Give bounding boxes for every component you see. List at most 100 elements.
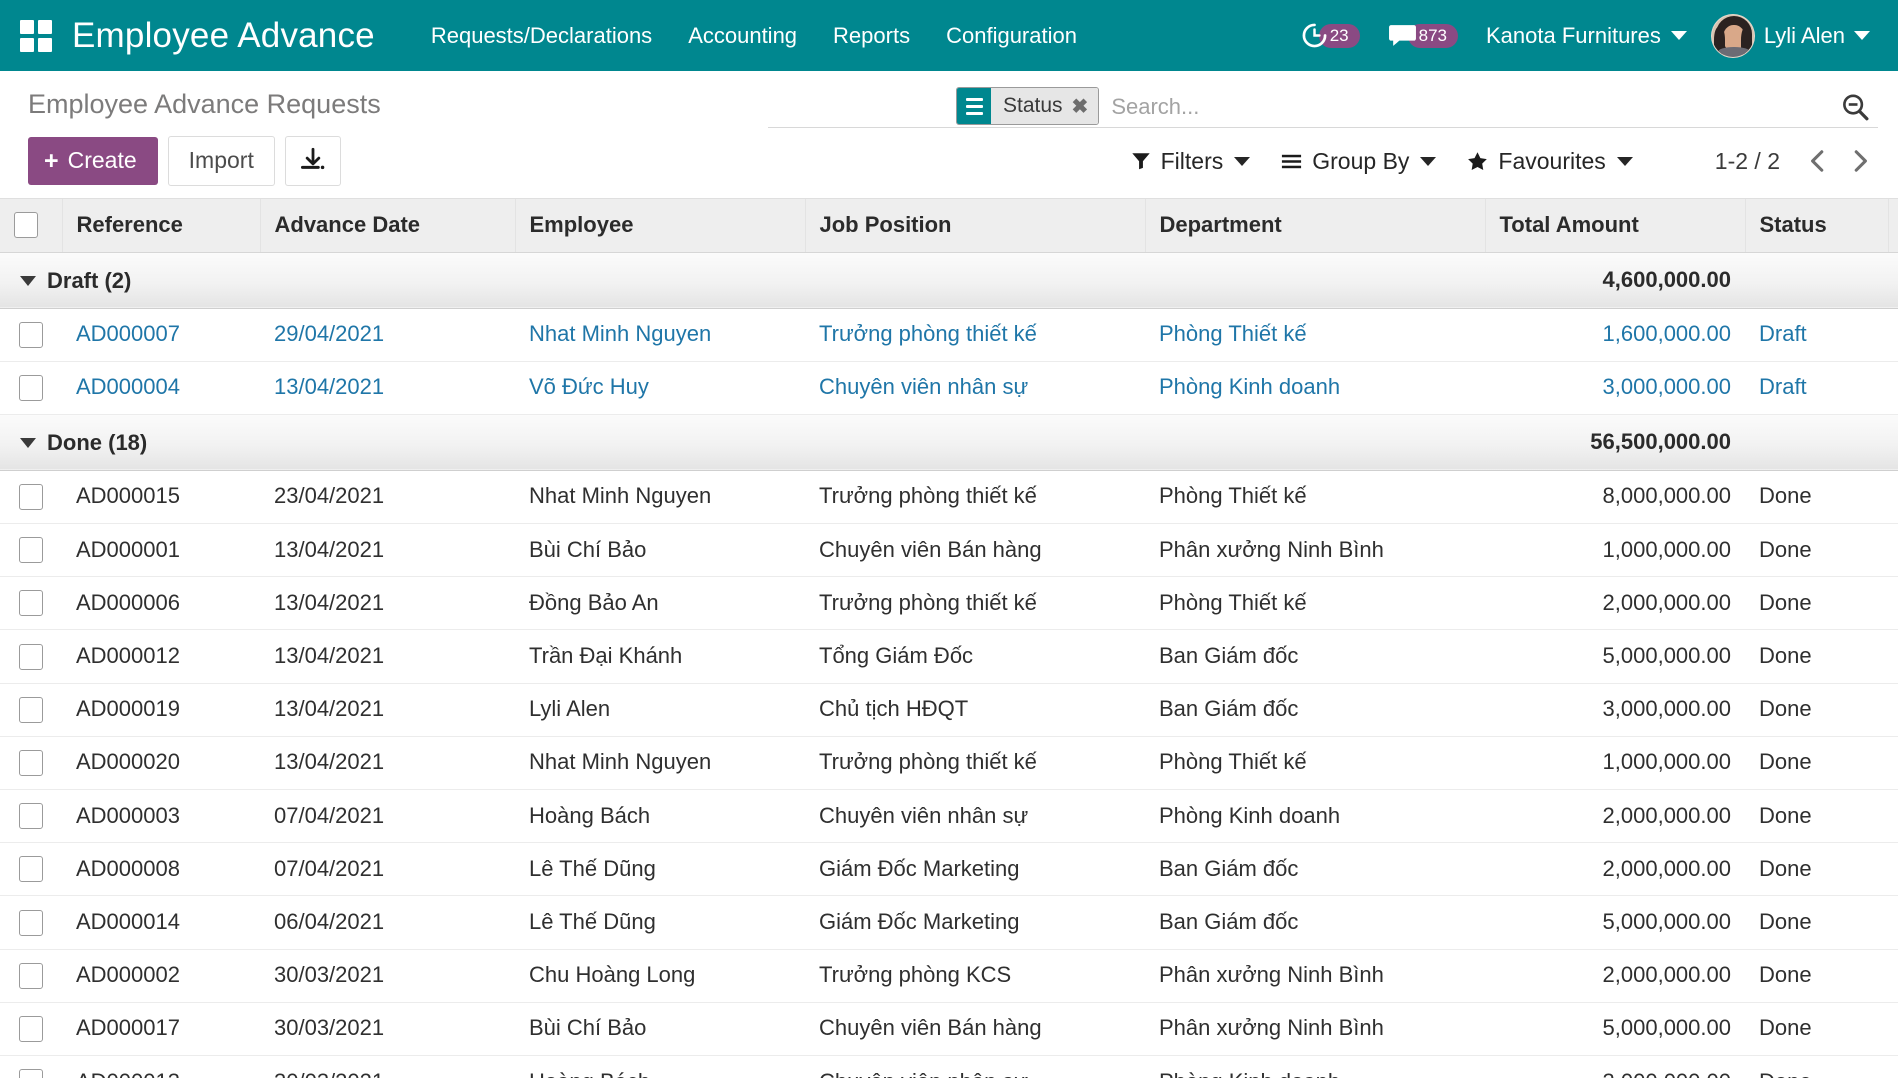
- row-select-cell[interactable]: [0, 789, 62, 844]
- cell-total-amount: 3,000,000.00: [1485, 1055, 1745, 1078]
- search-facet-status[interactable]: Status ✖: [956, 87, 1100, 125]
- cell-department: Phòng Thiết kế: [1145, 470, 1485, 525]
- row-checkbox[interactable]: [19, 1069, 43, 1078]
- table-row[interactable]: AD000015 23/04/2021 Nhat Minh Nguyen Trưởng…: [0, 470, 1898, 525]
- table-row[interactable]: AD000014 06/04/2021 Lê Thế Dũng Giám Đốc Ma…: [0, 895, 1898, 950]
- select-all-header[interactable]: [0, 199, 63, 253]
- table-row[interactable]: AD000001 13/04/2021 Bùi Chí Bảo Chuyên viên…: [0, 523, 1898, 578]
- menu-item-accounting[interactable]: Accounting: [670, 13, 815, 59]
- company-switcher[interactable]: Kanota Furnitures: [1472, 15, 1701, 57]
- export-button[interactable]: [284, 136, 341, 186]
- group-header-row[interactable]: Draft (2) 4,600,000.00: [0, 251, 1898, 309]
- row-checkbox[interactable]: [19, 1015, 43, 1042]
- column-header-employee[interactable]: Employee: [515, 199, 806, 253]
- app-brand-title[interactable]: Employee Advance: [72, 16, 375, 56]
- column-header-total-amount[interactable]: Total Amount: [1485, 199, 1746, 253]
- row-checkbox[interactable]: [19, 803, 43, 830]
- cell-total-amount: 5,000,000.00: [1485, 1002, 1745, 1056]
- list-view-container[interactable]: Reference Advance Date Employee Job Posi…: [0, 199, 1898, 1078]
- cell-spacer: [1888, 361, 1898, 415]
- row-select-cell[interactable]: [0, 683, 62, 737]
- group-header-label-cell: Done (18): [0, 413, 1485, 471]
- pager-previous-button[interactable]: [1800, 143, 1836, 179]
- close-x-icon[interactable]: ✖: [1072, 94, 1089, 119]
- magnifier-minus-icon[interactable]: [1832, 87, 1878, 127]
- group-header-row[interactable]: Done (18) 56,500,000.00: [0, 413, 1898, 471]
- table-row[interactable]: AD000020 13/04/2021 Nhat Minh Nguyen Trưởng…: [0, 736, 1898, 791]
- pager-next-button[interactable]: [1842, 143, 1878, 179]
- cell-total-amount: 2,000,000.00: [1485, 789, 1745, 844]
- cell-status: Done: [1745, 576, 1888, 631]
- activity-menu-button[interactable]: 23: [1287, 16, 1374, 55]
- apps-menu-toggle[interactable]: [0, 0, 72, 71]
- user-menu[interactable]: Lyli Alen: [1701, 10, 1876, 62]
- row-checkbox[interactable]: [19, 643, 43, 670]
- row-checkbox[interactable]: [19, 321, 43, 348]
- row-select-cell[interactable]: [0, 842, 62, 897]
- cell-advance-date: 30/03/2021: [260, 1002, 515, 1056]
- row-select-cell[interactable]: [0, 949, 62, 1003]
- cell-department: Phòng Thiết kế: [1145, 736, 1485, 791]
- row-select-cell[interactable]: [0, 308, 62, 362]
- row-checkbox[interactable]: [19, 856, 43, 883]
- cell-total-amount: 5,000,000.00: [1485, 895, 1745, 950]
- cell-status: Done: [1745, 736, 1888, 791]
- group-by-lines-icon: [957, 88, 991, 124]
- table-row[interactable]: AD00001330/03/2021Hoàng BáchChuyên viên …: [0, 1055, 1898, 1078]
- table-row[interactable]: AD000019 13/04/2021 Lyli Alen Chủ tịch HĐQT…: [0, 683, 1898, 737]
- row-checkbox[interactable]: [19, 537, 43, 564]
- avatar: [1710, 13, 1755, 58]
- cell-spacer: [1888, 1002, 1898, 1056]
- column-header-reference[interactable]: Reference: [62, 199, 261, 253]
- cell-spacer: [1888, 736, 1898, 791]
- cell-status: Done: [1745, 1055, 1888, 1078]
- group-by-dropdown[interactable]: Group By: [1280, 148, 1437, 175]
- table-row[interactable]: AD000002 30/03/2021 Chu Hoàng Long Trưởng p…: [0, 949, 1898, 1003]
- cell-advance-date: 30/03/2021: [260, 1055, 515, 1078]
- row-checkbox[interactable]: [19, 374, 43, 401]
- row-checkbox[interactable]: [19, 962, 43, 989]
- column-header-advance-date[interactable]: Advance Date: [260, 199, 516, 253]
- row-select-cell[interactable]: [0, 895, 62, 950]
- column-header-department[interactable]: Department: [1145, 199, 1486, 253]
- row-select-cell[interactable]: [0, 629, 62, 684]
- create-button-label: Create: [67, 147, 137, 173]
- menu-item-reports[interactable]: Reports: [815, 13, 928, 59]
- row-select-cell[interactable]: [0, 523, 62, 578]
- table-row[interactable]: AD000003 07/04/2021 Hoàng Bách Chuyên viên …: [0, 789, 1898, 844]
- caret-down-icon: [20, 437, 36, 448]
- table-row[interactable]: AD000007 29/04/2021 Nhat Minh Nguyen Trưởng…: [0, 308, 1898, 362]
- column-header-job-position[interactable]: Job Position: [805, 199, 1146, 253]
- row-checkbox[interactable]: [19, 484, 43, 511]
- table-row[interactable]: AD000012 13/04/2021 Trần Đại Khánh Tổng Giá…: [0, 629, 1898, 684]
- table-row[interactable]: AD000004 13/04/2021 Võ Đức Huy Chuyên viên …: [0, 361, 1898, 415]
- menu-item-configuration[interactable]: Configuration: [928, 13, 1095, 59]
- messaging-menu-button[interactable]: 873: [1374, 17, 1472, 54]
- row-checkbox[interactable]: [19, 909, 43, 936]
- row-select-cell[interactable]: [0, 1055, 62, 1078]
- row-checkbox[interactable]: [19, 750, 43, 776]
- cell-job-position: Giám Đốc Marketing: [805, 895, 1145, 950]
- row-select-cell[interactable]: [0, 576, 62, 631]
- row-checkbox[interactable]: [19, 696, 43, 723]
- row-select-cell[interactable]: [0, 736, 62, 791]
- row-checkbox[interactable]: [19, 590, 43, 617]
- table-header-row: Reference Advance Date Employee Job Posi…: [0, 199, 1898, 253]
- filters-dropdown[interactable]: Filters: [1130, 148, 1251, 175]
- table-row[interactable]: AD000017 30/03/2021 Bùi Chí Bảo Chuyên viên…: [0, 1002, 1898, 1056]
- row-select-cell[interactable]: [0, 470, 62, 525]
- cell-advance-date: 13/04/2021: [260, 523, 515, 578]
- row-select-cell[interactable]: [0, 361, 62, 415]
- search-input[interactable]: [1101, 87, 1832, 127]
- column-header-status[interactable]: Status: [1745, 199, 1889, 253]
- chevron-down-icon: [1234, 156, 1251, 166]
- row-select-cell[interactable]: [0, 1002, 62, 1056]
- create-button[interactable]: + Create: [28, 137, 158, 185]
- table-row[interactable]: AD000006 13/04/2021 Đồng Bảo An Trưởng phòn…: [0, 576, 1898, 631]
- cell-advance-date: 23/04/2021: [260, 470, 515, 525]
- select-all-checkbox[interactable]: [14, 212, 38, 239]
- import-button[interactable]: Import: [167, 136, 275, 186]
- menu-item-requests-declarations[interactable]: Requests/Declarations: [413, 13, 670, 59]
- table-row[interactable]: AD000008 07/04/2021 Lê Thế Dũng Giám Đốc Ma…: [0, 842, 1898, 897]
- favourites-dropdown[interactable]: Favourites: [1466, 148, 1633, 175]
